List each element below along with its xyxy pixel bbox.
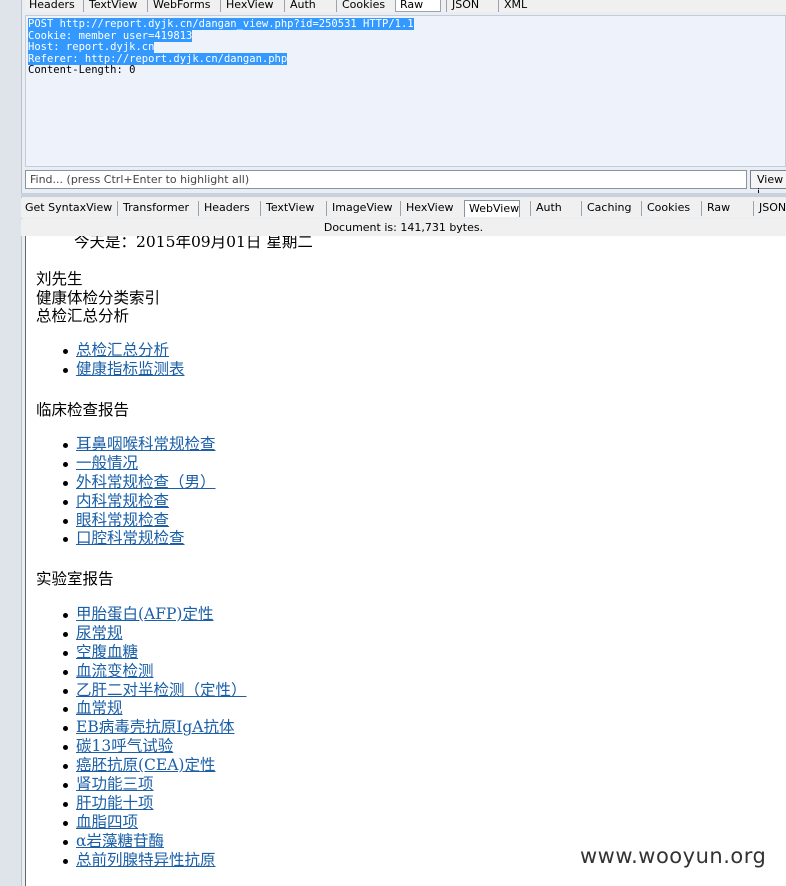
- lab-link[interactable]: EB病毒壳抗原IgA抗体: [76, 718, 234, 736]
- clinical-link[interactable]: 耳鼻咽喉科常规检查: [76, 435, 216, 453]
- list-item: 空腹血糖: [60, 643, 247, 662]
- request-tab-bar: Headers TextView WebForms HexView Auth C…: [25, 0, 786, 12]
- list-item: 内科常规检查: [60, 492, 216, 511]
- lab-link[interactable]: 空腹血糖: [76, 643, 138, 661]
- request-line-text: POST http://report.dyjk.cn/dangan_view.p…: [28, 18, 414, 30]
- response-tab-json[interactable]: JSON: [752, 200, 786, 217]
- raw-request-line: Content-Length: 0: [28, 64, 785, 77]
- list-item: α岩藻糖苷酶: [60, 832, 247, 851]
- list-item: 总检汇总分析: [60, 341, 185, 360]
- response-tab-textview[interactable]: TextView: [259, 200, 318, 217]
- list-item: 碳13呼气试验: [60, 737, 247, 756]
- request-tab-webforms[interactable]: WebForms: [146, 0, 214, 12]
- list-item: 一般情况: [60, 454, 216, 473]
- clinical-link[interactable]: 一般情况: [76, 454, 138, 472]
- list-item: 眼科常规检查: [60, 511, 216, 530]
- list-item: 甲胎蛋白(AFP)定性: [60, 605, 247, 624]
- summary-link[interactable]: 健康指标监测表: [76, 360, 185, 378]
- request-tab-cookies[interactable]: Cookies: [335, 0, 389, 12]
- list-item: 外科常规检查（男）: [60, 473, 216, 492]
- lab-link[interactable]: 血流变检测: [76, 662, 154, 680]
- clinical-link-list: 耳鼻咽喉科常规检查 一般情况 外科常规检查（男） 内科常规检查 眼科常规检查 口…: [60, 435, 216, 548]
- lab-link[interactable]: α岩藻糖苷酶: [76, 832, 164, 850]
- lab-link[interactable]: 乙肝二对半检测（定性）: [76, 681, 247, 699]
- lab-link[interactable]: 总前列腺特异性抗原: [76, 851, 216, 869]
- left-splitter-panel: [0, 0, 22, 886]
- view-in-notepad-button[interactable]: View i: [750, 170, 786, 199]
- response-tab-raw[interactable]: Raw: [700, 200, 734, 217]
- lab-title: 实验室报告: [36, 570, 114, 588]
- date-line: 今天是：2015年09月01日 星期二: [74, 236, 313, 251]
- raw-request-view[interactable]: POST http://report.dyjk.cn/dangan_view.p…: [25, 15, 786, 167]
- list-item: EB病毒壳抗原IgA抗体: [60, 718, 247, 737]
- list-item: 肾功能三项: [60, 775, 247, 794]
- clinical-link[interactable]: 外科常规检查（男）: [76, 473, 216, 491]
- lab-link[interactable]: 血常规: [76, 699, 123, 717]
- content-length-header-text: Content-Length: 0: [28, 64, 136, 76]
- response-tab-headers[interactable]: Headers: [198, 200, 254, 217]
- lab-link[interactable]: 肾功能三项: [76, 775, 154, 793]
- request-tab-hexview[interactable]: HexView: [219, 0, 277, 12]
- response-tab-hexview[interactable]: HexView: [399, 200, 457, 217]
- document-size-status: Document is: 141,731 bytes.: [21, 219, 786, 236]
- list-item: 癌胚抗原(CEA)定性: [60, 756, 247, 775]
- watermark-text: www.wooyun.org: [580, 844, 767, 868]
- lab-link[interactable]: 肝功能十项: [76, 794, 154, 812]
- list-item: 尿常规: [60, 624, 247, 643]
- cookie-header-text: Cookie: member_user=419813: [28, 29, 193, 42]
- raw-request-line: Host: report.dyjk.cn: [28, 41, 785, 54]
- raw-request-line: Referer: http://report.dyjk.cn/dangan.ph…: [28, 52, 785, 66]
- response-tab-get-syntaxview[interactable]: Get SyntaxView: [21, 200, 116, 217]
- webview-pane[interactable]: 今天是：2015年09月01日 星期二 刘先生 健康体检分类索引 总检汇总分析 …: [25, 236, 786, 886]
- summary-title: 总检汇总分析: [36, 307, 130, 325]
- lab-link[interactable]: 尿常规: [76, 624, 123, 642]
- host-header-text: Host: report.dyjk.cn: [28, 41, 155, 53]
- pane-splitter[interactable]: [21, 193, 786, 197]
- response-tab-caching[interactable]: Caching: [580, 200, 635, 217]
- list-item: 肝功能十项: [60, 794, 247, 813]
- summary-link-list: 总检汇总分析 健康指标监测表: [60, 341, 185, 379]
- list-item: 血脂四项: [60, 813, 247, 832]
- find-input[interactable]: Find... (press Ctrl+Enter to highlight a…: [25, 170, 747, 189]
- list-item: 健康指标监测表: [60, 360, 185, 379]
- list-item: 血流变检测: [60, 662, 247, 681]
- response-tab-bar: Get SyntaxView Transformer Headers TextV…: [21, 198, 786, 218]
- response-tab-transformer[interactable]: Transformer: [116, 200, 193, 217]
- response-tab-auth[interactable]: Auth: [530, 200, 566, 217]
- referer-header-text: Referer: http://report.dyjk.cn/dangan.ph…: [28, 52, 288, 65]
- lab-link[interactable]: 甲胎蛋白(AFP)定性: [76, 605, 213, 623]
- request-tab-headers[interactable]: Headers: [25, 0, 79, 12]
- lab-link[interactable]: 血脂四项: [76, 813, 138, 831]
- response-tab-imageview[interactable]: ImageView: [326, 200, 397, 217]
- lab-link[interactable]: 癌胚抗原(CEA)定性: [76, 756, 215, 774]
- list-item: 血常规: [60, 699, 247, 718]
- lab-link[interactable]: 碳13呼气试验: [76, 737, 173, 755]
- request-tab-json[interactable]: JSON: [445, 0, 483, 12]
- find-bar: Find... (press Ctrl+Enter to highlight a…: [25, 170, 786, 199]
- lab-link-list: 甲胎蛋白(AFP)定性 尿常规 空腹血糖 血流变检测 乙肝二对半检测（定性） 血…: [60, 605, 247, 869]
- response-tab-webview[interactable]: WebView: [464, 200, 520, 217]
- response-tab-cookies[interactable]: Cookies: [640, 200, 694, 217]
- request-tab-raw[interactable]: Raw: [395, 0, 441, 12]
- list-item: 乙肝二对半检测（定性）: [60, 681, 247, 700]
- clinical-link[interactable]: 眼科常规检查: [76, 511, 169, 529]
- request-tab-xml[interactable]: XML: [497, 0, 531, 12]
- summary-link[interactable]: 总检汇总分析: [76, 341, 169, 359]
- request-tab-textview[interactable]: TextView: [82, 0, 141, 12]
- clinical-title: 临床检查报告: [36, 401, 130, 419]
- clinical-link[interactable]: 口腔科常规检查: [76, 529, 185, 547]
- clinical-link[interactable]: 内科常规检查: [76, 492, 169, 510]
- request-tab-auth[interactable]: Auth: [284, 0, 320, 12]
- list-item: 耳鼻咽喉科常规检查: [60, 435, 216, 454]
- list-item: 总前列腺特异性抗原: [60, 851, 247, 870]
- raw-request-line: POST http://report.dyjk.cn/dangan_view.p…: [28, 18, 785, 31]
- list-item: 口腔科常规检查: [60, 529, 216, 548]
